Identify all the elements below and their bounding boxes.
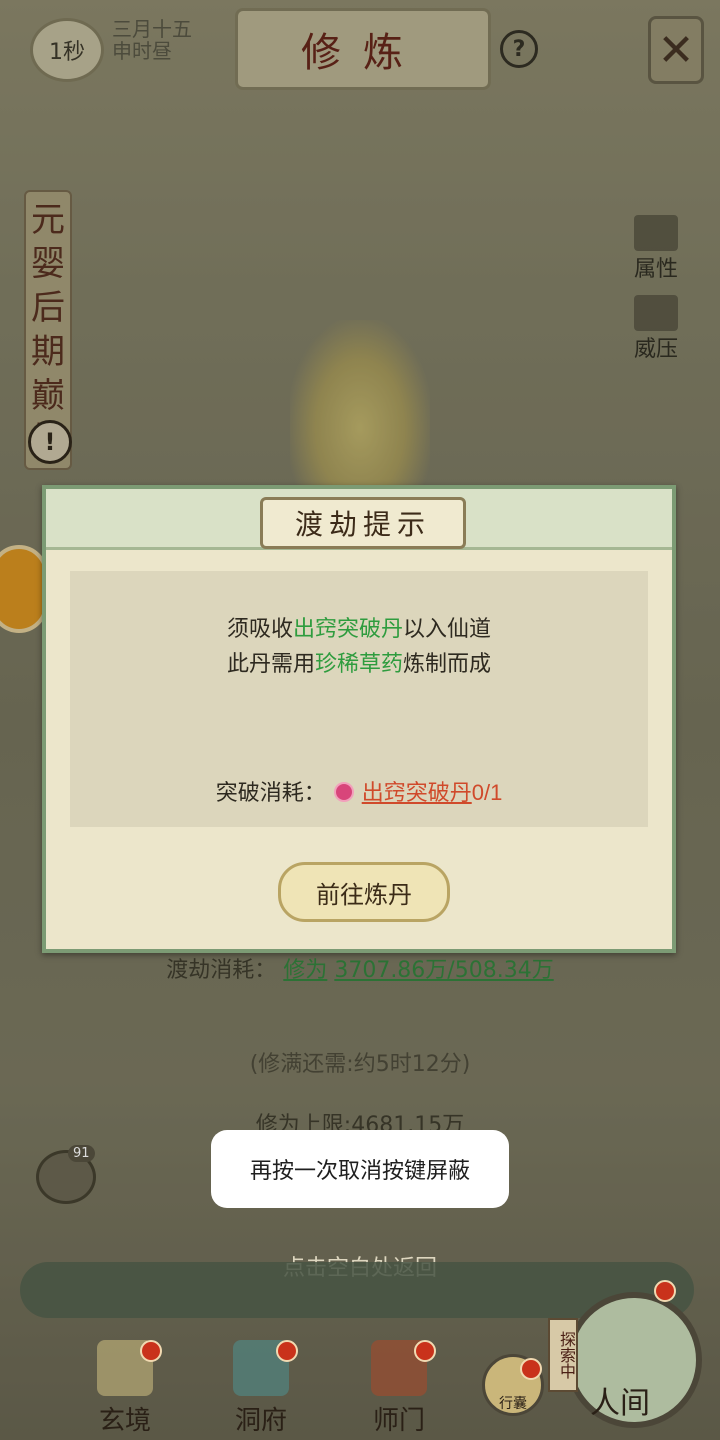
nav-shimen[interactable]: 师门 bbox=[344, 1340, 454, 1437]
pill-icon bbox=[333, 782, 354, 802]
go-alchemy-button[interactable]: 前往炼丹 bbox=[278, 862, 450, 922]
notification-dot bbox=[520, 1358, 542, 1380]
line2-prefix: 此丹需用 bbox=[226, 651, 315, 676]
bag-label: 行囊 bbox=[499, 1396, 527, 1412]
nav-xuanjing[interactable]: 玄境 bbox=[70, 1340, 180, 1437]
line2-highlight: 珍稀草药 bbox=[314, 651, 403, 676]
line1-highlight: 出窍突破丹 bbox=[292, 616, 403, 641]
tribulation-dialog: 渡劫提示 须吸收出窍突破丹以入仙道 此丹需用珍稀草药炼制而成 突破消耗： 出窍突破… bbox=[42, 485, 676, 953]
line1-suffix: 以入仙道 bbox=[403, 616, 492, 641]
cost-label: 突破消耗： bbox=[215, 780, 326, 805]
notification-dot bbox=[140, 1340, 162, 1362]
toast-message: 再按一次取消按键屏蔽 bbox=[211, 1130, 509, 1208]
bottom-nav: 玄境 洞府 师门 行囊 探索中 人间 bbox=[0, 1262, 720, 1440]
chat-badge: 91 bbox=[68, 1145, 95, 1162]
cost-count: 0/1 bbox=[471, 780, 503, 805]
notification-dot bbox=[654, 1280, 676, 1302]
nav-dongfu[interactable]: 洞府 bbox=[206, 1340, 316, 1437]
message-line-2: 此丹需用珍稀草药炼制而成 bbox=[70, 646, 648, 678]
breakthrough-cost: 突破消耗： 出窍突破丹0/1 bbox=[70, 775, 648, 807]
world-label: 人间 bbox=[590, 1386, 650, 1421]
exploring-tag: 探索中 bbox=[548, 1318, 578, 1392]
line1-prefix: 须吸收 bbox=[226, 616, 293, 641]
notification-dot bbox=[276, 1340, 298, 1362]
message-line-1: 须吸收出窍突破丹以入仙道 bbox=[70, 611, 648, 643]
line2-suffix: 炼制而成 bbox=[403, 651, 492, 676]
nav-shimen-label: 师门 bbox=[372, 1406, 425, 1436]
dialog-body: 须吸收出窍突破丹以入仙道 此丹需用珍稀草药炼制而成 突破消耗： 出窍突破丹0/1 bbox=[70, 571, 648, 827]
dialog-title: 渡劫提示 bbox=[260, 497, 466, 549]
notification-dot bbox=[414, 1340, 436, 1362]
nav-dongfu-label: 洞府 bbox=[234, 1406, 287, 1436]
nav-xuanjing-label: 玄境 bbox=[98, 1406, 151, 1436]
cost-item-link[interactable]: 出窍突破丹 bbox=[362, 780, 472, 805]
